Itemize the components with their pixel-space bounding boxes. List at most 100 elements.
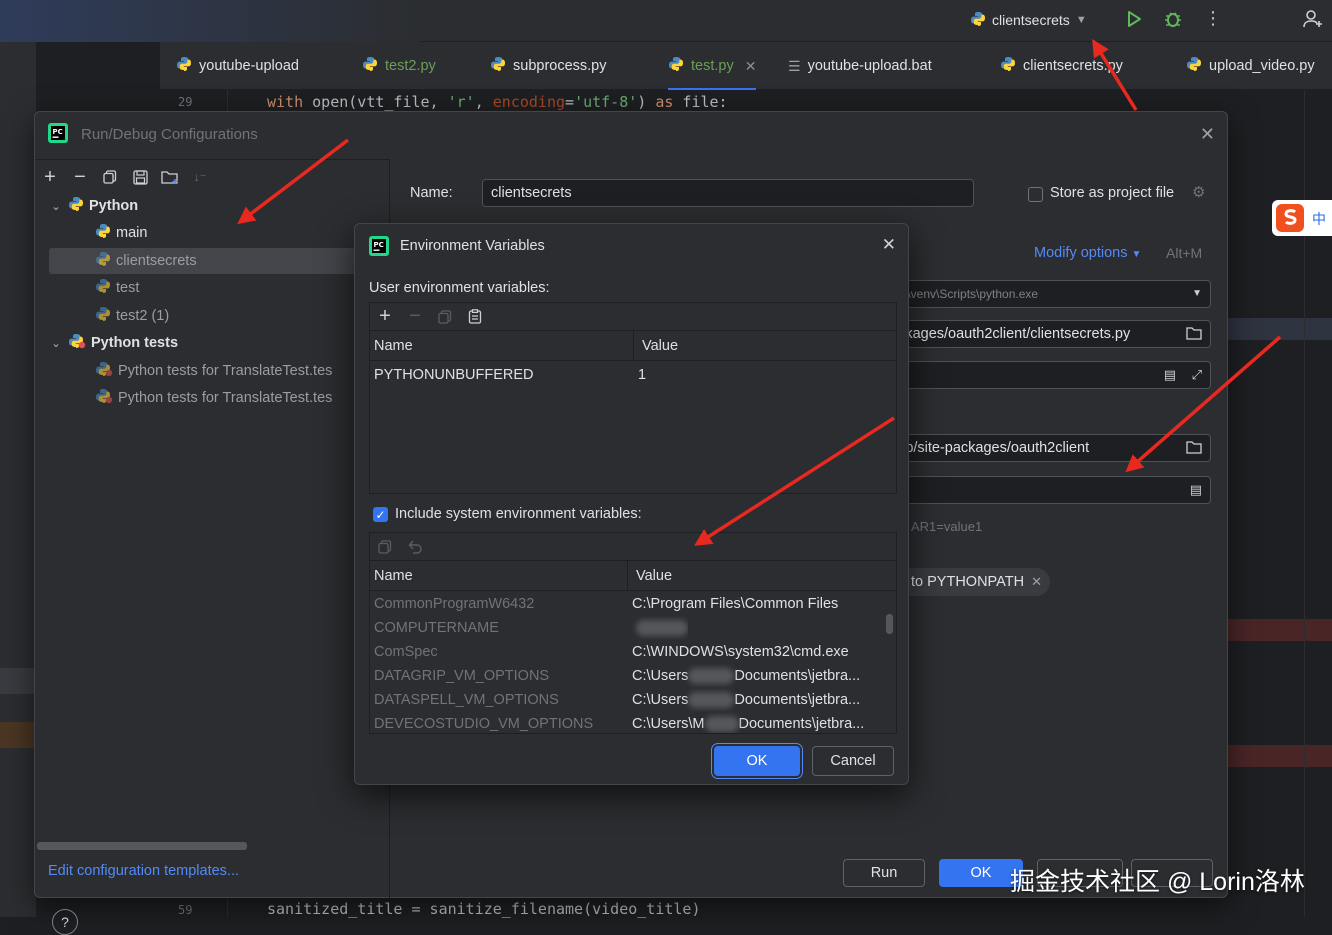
tree-group-python-tests[interactable]: ⌄ Python tests [49,330,178,356]
add-icon[interactable]: + [376,305,394,327]
editor-error-line [1228,619,1332,641]
table-row[interactable]: DATAGRIP_VM_OPTIONS C:\Users Documents\je… [370,664,896,688]
tab-youtube-upload-bat[interactable]: ☰ youtube-upload.bat [788,42,932,90]
edit-templates-link[interactable]: Edit configuration templates... [48,863,239,879]
debug-button[interactable] [1163,9,1183,32]
add-user-button[interactable] [1302,8,1324,33]
configurations-tree-panel: + − ↓⁻ ⌄ Python main clientsecrets test … [35,159,390,935]
help-button[interactable]: ? [52,909,78,935]
tree-label: test2 (1) [116,308,170,324]
close-tab-icon[interactable]: ✕ [745,58,757,75]
parameters-field[interactable]: ⤢ ▤ [871,361,1211,389]
tab-youtube-upload[interactable]: youtube-upload [176,42,299,90]
remove-icon[interactable]: − [406,305,424,327]
editor-highlight-line [1228,318,1332,340]
expand-icon[interactable]: ⤢ [1192,367,1202,383]
python-icon [95,251,111,271]
tab-subprocess[interactable]: subprocess.py [490,42,607,90]
gear-icon[interactable]: ⚙ [1192,183,1205,201]
close-icon[interactable]: ✕ [1031,574,1042,590]
environment-variables-dialog: PC Environment Variables ✕ User environm… [354,223,909,785]
script-path-field[interactable]: ackages/oauth2client/clientsecrets.py [871,320,1211,348]
tree-group-python[interactable]: ⌄ Python [49,193,138,219]
tab-clientsecrets[interactable]: clientsecrets.py [1000,42,1123,90]
code-token: 'utf-8' [574,93,638,111]
name-input[interactable] [482,179,974,207]
copy-icon[interactable] [436,308,454,326]
save-icon[interactable] [131,168,149,186]
user-env-toolbar: + − [370,303,896,331]
env-value: C:\Users Documents\jetbra... [628,664,860,688]
run-config-selector[interactable]: clientsecrets ▼ [970,8,1087,32]
pythonpath-option-chip[interactable]: to PYTHONPATH ✕ [891,568,1051,596]
tree-item-translate-test-2[interactable]: Python tests for TranslateTest.tes [49,385,332,411]
python-tests-icon [95,388,113,408]
code-token: with [267,93,313,111]
undo-icon[interactable] [406,538,424,556]
env-name: ComSpec [374,644,438,660]
tab-label: test2.py [385,58,436,74]
copy-icon[interactable] [101,168,119,186]
env-name: DEVECOSTUDIO_VM_OPTIONS [374,716,594,732]
column-header-name[interactable]: Name [370,561,628,590]
sort-icon[interactable]: ↓⁻ [191,168,209,186]
column-header-value[interactable]: Value [628,561,672,590]
tree-item-test[interactable]: test [49,275,139,301]
store-as-project-checkbox[interactable] [1028,187,1043,202]
run-button[interactable]: Run [843,859,925,887]
run-button[interactable] [1124,9,1144,32]
modify-options-link[interactable]: Modify options ▼ [1034,245,1141,261]
include-system-env-checkbox[interactable]: ✓ [373,507,388,522]
folder-icon[interactable] [1186,440,1202,457]
python-icon [176,56,192,76]
tab-upload-video[interactable]: upload_video.py [1186,42,1315,90]
interpreter-select[interactable]: -39\venv\Scripts\python.exe ▼ [871,280,1211,308]
line-number: 59 [178,903,193,917]
table-row[interactable]: CommonProgramW6432 C:\Program Files\Comm… [370,592,896,616]
python-icon [362,56,378,76]
python-icon [68,196,84,216]
dialog-title: Run/Debug Configurations [81,126,258,143]
list-icon[interactable]: ▤ [1164,367,1176,383]
horizontal-scrollbar[interactable] [37,842,247,850]
env-name: CommonProgramW6432 [374,596,535,612]
column-header-value[interactable]: Value [634,331,678,360]
folder-icon[interactable] [1186,326,1202,343]
tab-label: subprocess.py [513,58,607,74]
add-icon[interactable]: + [41,166,59,188]
table-row[interactable]: ComSpec C:\WINDOWS\system32\cmd.exe [370,640,896,664]
tab-test2[interactable]: test2.py [362,42,436,90]
ok-button[interactable]: OK [714,746,800,776]
tree-item-clientsecrets[interactable]: clientsecrets [49,248,371,274]
redaction-blur [688,692,735,708]
python-icon [1186,56,1202,76]
close-icon[interactable]: ✕ [1200,124,1215,145]
more-actions-icon[interactable]: ⋮ [1204,8,1222,29]
chevron-down-icon: ▼ [1131,249,1142,260]
play-icon [1128,11,1141,27]
paste-icon[interactable] [466,308,484,326]
table-row[interactable]: DEVECOSTUDIO_VM_OPTIONS C:\Users\M Docume… [370,712,896,733]
environment-variables-field[interactable]: ▤ [871,476,1211,504]
python-icon [970,11,986,30]
tree-item-translate-test-1[interactable]: Python tests for TranslateTest.tes [49,358,332,384]
table-row[interactable]: COMPUTERNAME [370,616,896,640]
new-folder-icon[interactable] [161,168,179,186]
working-directory-field[interactable]: /Lib/site-packages/oauth2client [871,434,1211,462]
table-row[interactable]: PYTHONUNBUFFERED 1 [370,363,896,387]
svg-text:PC: PC [374,241,384,249]
copy-icon[interactable] [376,538,394,556]
env-value-redacted [628,616,688,640]
tab-test[interactable]: test.py ✕ [668,42,757,90]
tree-item-main[interactable]: main [49,220,147,246]
cancel-button[interactable]: Cancel [812,746,894,776]
list-icon[interactable]: ▤ [1190,482,1202,498]
remove-icon[interactable]: − [71,166,89,188]
redaction-blur [636,620,688,636]
column-header-name[interactable]: Name [370,331,634,360]
tree-item-test2[interactable]: test2 (1) [49,303,169,329]
tree-label: Python [89,198,139,214]
table-row[interactable]: DATASPELL_VM_OPTIONS C:\Users Documents\j… [370,688,896,712]
vertical-scrollbar[interactable] [886,614,893,634]
close-icon[interactable]: ✕ [882,235,896,255]
